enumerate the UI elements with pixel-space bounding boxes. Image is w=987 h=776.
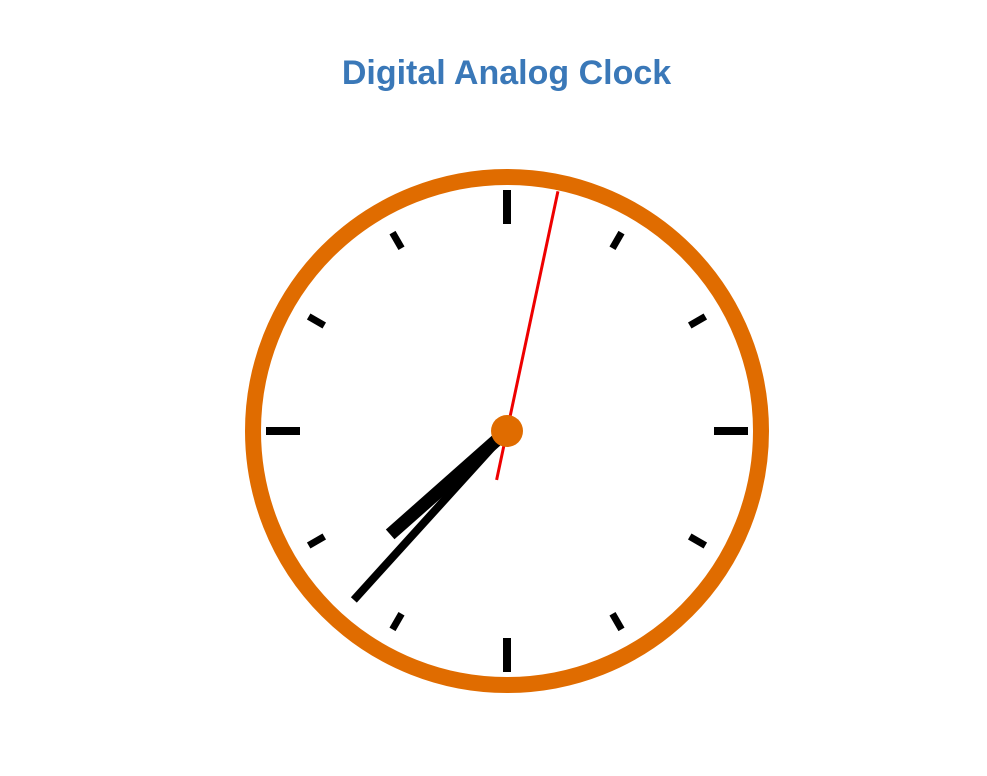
analog-clock xyxy=(245,169,769,693)
center-cap xyxy=(491,415,523,447)
